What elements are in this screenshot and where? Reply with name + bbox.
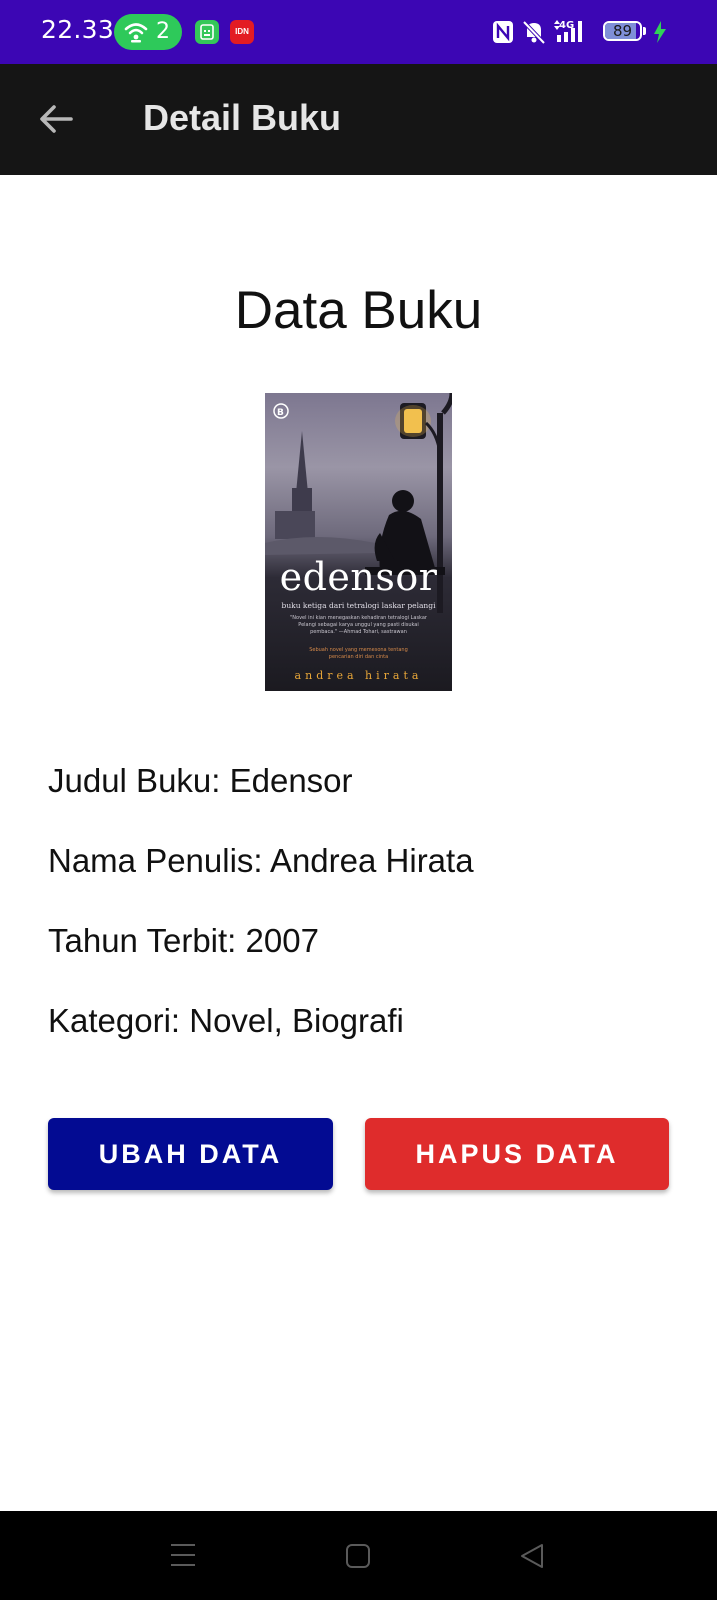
signal-icon: 4G xyxy=(554,20,582,42)
cover-subtitle: buku ketiga dari tetralogi laskar pelang… xyxy=(281,601,436,610)
book-author-line: Nama Penulis: Andrea Hirata xyxy=(48,842,474,879)
battery-icon: 89 xyxy=(603,21,642,41)
cover-quote: "Novel ini kian menegaskan kehadiran tet… xyxy=(290,615,427,635)
section-title: Data Buku xyxy=(234,281,483,340)
charging-icon xyxy=(654,21,666,43)
system-back-button[interactable] xyxy=(504,1529,560,1581)
arrow-left-icon xyxy=(40,105,73,133)
battery-level: 89 xyxy=(612,22,633,40)
book-year-line: Tahun Terbit: 2007 xyxy=(48,922,319,959)
home-button[interactable] xyxy=(330,1529,386,1581)
book-title-line: Judul Buku: Edensor xyxy=(48,762,353,799)
idn-notification-badge: IDN xyxy=(230,20,254,44)
cover-tagline: Sebuah novel yang memesona tentang penca… xyxy=(309,647,408,660)
back-triangle-icon xyxy=(521,1544,543,1568)
navigation-bar xyxy=(0,1511,717,1600)
edit-data-button[interactable]: UBAH DATA xyxy=(48,1118,333,1190)
book-cover-image: B edensor buku ketiga dari tetralogi las… xyxy=(265,393,452,691)
menu-icon xyxy=(171,1544,195,1566)
back-button[interactable] xyxy=(28,91,84,147)
delete-data-button[interactable]: HAPUS DATA xyxy=(365,1118,669,1190)
svg-text:B: B xyxy=(277,408,284,418)
home-icon xyxy=(346,1544,370,1568)
book-category-line: Kategori: Novel, Biografi xyxy=(48,1002,404,1039)
app-bar: Detail Buku xyxy=(0,64,717,175)
app-notification-icon xyxy=(195,20,219,44)
hotspot-count: 2 xyxy=(156,19,170,44)
cover-title: edensor xyxy=(279,555,438,599)
status-time: 22.33 xyxy=(41,15,115,44)
status-bar: 22.33 2 IDN 4G 89 xyxy=(0,0,717,64)
cover-author: andrea hirata xyxy=(294,669,423,682)
nfc-icon xyxy=(493,21,513,43)
hotspot-indicator: 2 xyxy=(114,14,182,50)
wifi-hotspot-icon xyxy=(124,23,148,43)
battery-tip xyxy=(643,27,646,35)
mute-icon xyxy=(522,20,546,45)
page-title: Detail Buku xyxy=(143,97,342,138)
recent-apps-button[interactable] xyxy=(155,1529,211,1581)
